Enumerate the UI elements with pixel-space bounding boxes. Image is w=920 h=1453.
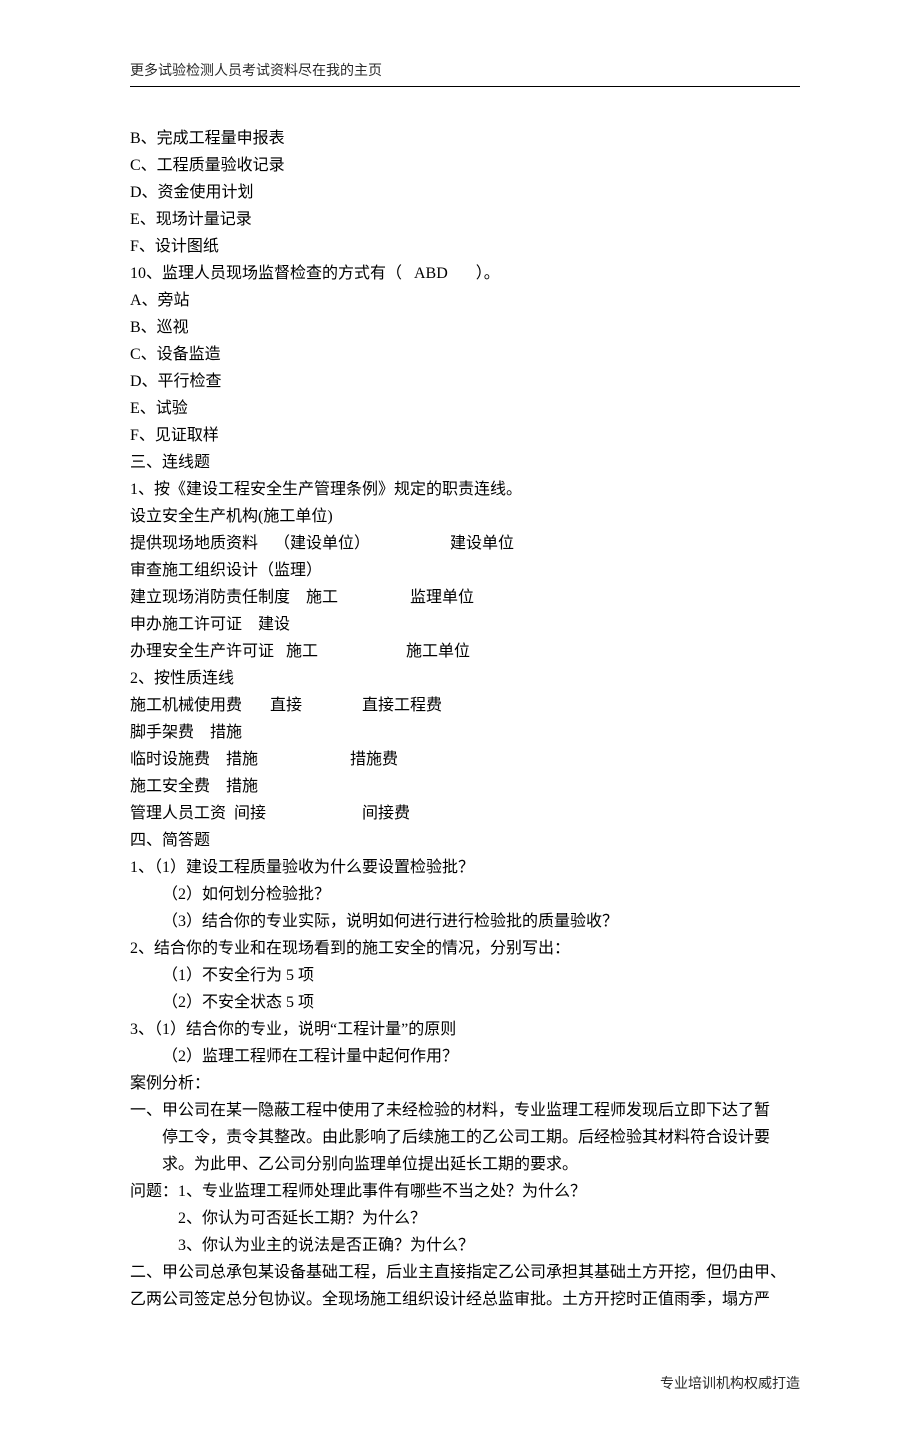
text-line: D、平行检查 bbox=[130, 368, 800, 395]
text-line: B、完成工程量申报表 bbox=[130, 125, 800, 152]
text-line: 二、甲公司总承包某设备基础工程，后业主直接指定乙公司承担其基础土方开挖，但仍由甲… bbox=[130, 1259, 800, 1286]
text-line: E、现场计量记录 bbox=[130, 206, 800, 233]
text-line: 1、按《建设工程安全生产管理条例》规定的职责连线。 bbox=[130, 476, 800, 503]
header-divider bbox=[130, 86, 800, 87]
text-line: 1、（1）建设工程质量验收为什么要设置检验批？ bbox=[130, 854, 800, 881]
text-line: 3、（1）结合你的专业，说明“工程计量”的原则 bbox=[130, 1016, 800, 1043]
text-line: 审查施工组织设计（监理） bbox=[130, 557, 800, 584]
text-line: 申办施工许可证 建设 bbox=[130, 611, 800, 638]
text-line: 施工机械使用费 直接 直接工程费 bbox=[130, 692, 800, 719]
text-line: 10、监理人员现场监督检查的方式有（ ABD ）。 bbox=[130, 260, 800, 287]
text-line: F、见证取样 bbox=[130, 422, 800, 449]
text-line: 设立安全生产机构(施工单位) bbox=[130, 503, 800, 530]
document-page: 更多试验检测人员考试资料尽在我的主页 B、完成工程量申报表C、工程质量验收记录D… bbox=[0, 0, 920, 1453]
text-line: 临时设施费 措施 措施费 bbox=[130, 746, 800, 773]
text-line: 施工安全费 措施 bbox=[130, 773, 800, 800]
text-line: （1）不安全行为 5 项 bbox=[130, 962, 800, 989]
text-line: 办理安全生产许可证 施工 施工单位 bbox=[130, 638, 800, 665]
text-line: （2）监理工程师在工程计量中起何作用？ bbox=[130, 1043, 800, 1070]
document-body: B、完成工程量申报表C、工程质量验收记录D、资金使用计划E、现场计量记录F、设计… bbox=[130, 125, 800, 1313]
text-line: 三、连线题 bbox=[130, 449, 800, 476]
text-line: 3、你认为业主的说法是否正确？为什么？ bbox=[130, 1232, 800, 1259]
text-line: 乙两公司签定总分包协议。全现场施工组织设计经总监审批。土方开挖时正值雨季，塌方严 bbox=[130, 1286, 800, 1313]
text-line: 建立现场消防责任制度 施工 监理单位 bbox=[130, 584, 800, 611]
text-line: （2）不安全状态 5 项 bbox=[130, 989, 800, 1016]
text-line: D、资金使用计划 bbox=[130, 179, 800, 206]
text-line: （2）如何划分检验批？ bbox=[130, 881, 800, 908]
text-line: C、设备监造 bbox=[130, 341, 800, 368]
text-line: 脚手架费 措施 bbox=[130, 719, 800, 746]
text-line: A、旁站 bbox=[130, 287, 800, 314]
text-line: （3）结合你的专业实际，说明如何进行进行检验批的质量验收？ bbox=[130, 908, 800, 935]
text-line: 2、你认为可否延长工期？为什么？ bbox=[130, 1205, 800, 1232]
header-text: 更多试验检测人员考试资料尽在我的主页 bbox=[130, 60, 800, 80]
text-line: 四、简答题 bbox=[130, 827, 800, 854]
text-line: 2、按性质连线 bbox=[130, 665, 800, 692]
text-line: 一、甲公司在某一隐蔽工程中使用了未经检验的材料，专业监理工程师发现后立即下达了暂 bbox=[130, 1097, 800, 1124]
text-line: B、巡视 bbox=[130, 314, 800, 341]
text-line: 问题：1、专业监理工程师处理此事件有哪些不当之处？为什么？ bbox=[130, 1178, 800, 1205]
text-line: 提供现场地质资料 （建设单位） 建设单位 bbox=[130, 530, 800, 557]
text-line: 2、结合你的专业和在现场看到的施工安全的情况，分别写出： bbox=[130, 935, 800, 962]
text-line: 停工令，责令其整改。由此影响了后续施工的乙公司工期。后经检验其材料符合设计要 bbox=[130, 1124, 800, 1151]
text-line: C、工程质量验收记录 bbox=[130, 152, 800, 179]
text-line: 管理人员工资 间接 间接费 bbox=[130, 800, 800, 827]
text-line: E、试验 bbox=[130, 395, 800, 422]
footer-text: 专业培训机构权威打造 bbox=[130, 1373, 800, 1393]
text-line: F、设计图纸 bbox=[130, 233, 800, 260]
text-line: 案例分析： bbox=[130, 1070, 800, 1097]
text-line: 求。为此甲、乙公司分别向监理单位提出延长工期的要求。 bbox=[130, 1151, 800, 1178]
